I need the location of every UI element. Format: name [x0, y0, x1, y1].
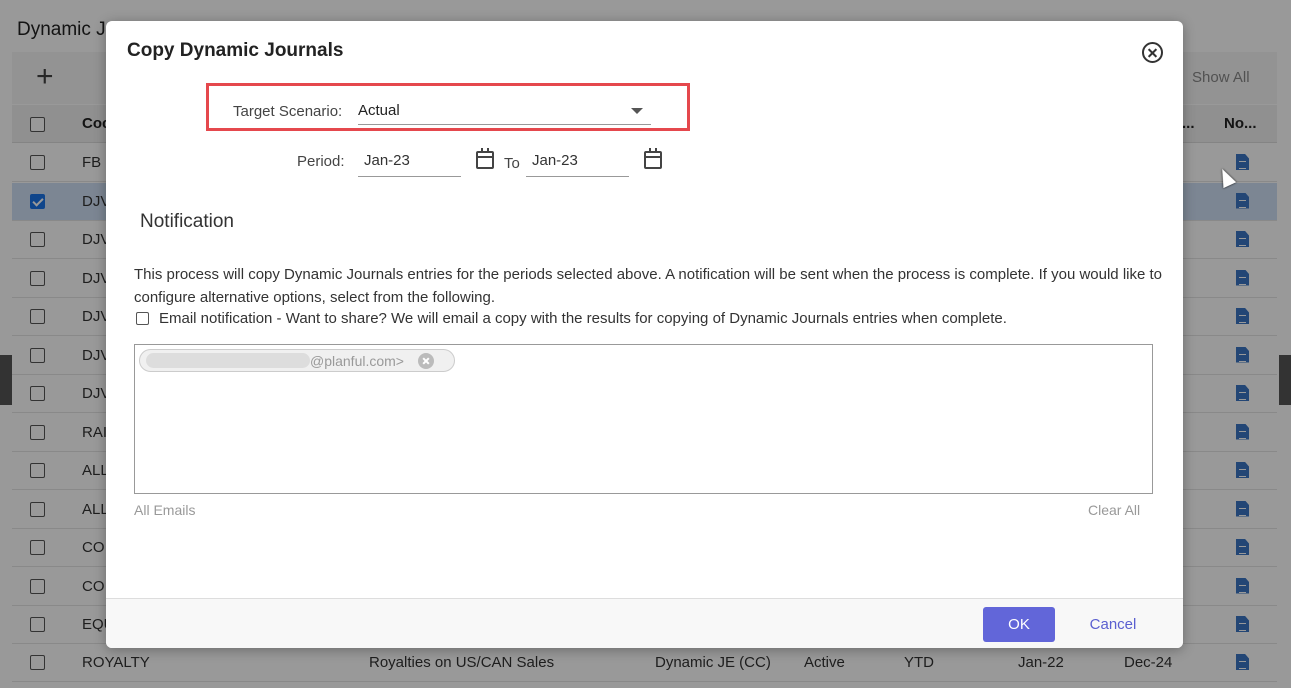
calendar-icon[interactable] — [644, 148, 662, 169]
email-recipients-box[interactable]: @planful.com> — [134, 344, 1153, 494]
ok-button[interactable]: OK — [983, 607, 1055, 642]
period-label: Period: — [297, 153, 345, 170]
caret-down-icon[interactable] — [631, 108, 643, 114]
notification-title: Notification — [140, 211, 234, 232]
to-label: To — [504, 155, 520, 172]
cancel-button[interactable]: Cancel — [1074, 607, 1152, 642]
target-scenario-select[interactable]: Actual — [358, 99, 651, 125]
period-to-value: Jan-23 — [532, 152, 578, 169]
dialog-footer: OK Cancel — [106, 598, 1183, 648]
email-notification-label[interactable]: Email notification - Want to share? We w… — [159, 310, 1007, 327]
calendar-icon[interactable] — [476, 148, 494, 169]
email-chip-text: @planful.com> — [310, 353, 404, 369]
period-to-input[interactable]: Jan-23 — [526, 149, 629, 177]
notification-description: This process will copy Dynamic Journals … — [134, 266, 1163, 306]
target-scenario-value: Actual — [358, 102, 400, 119]
period-from-input[interactable]: Jan-23 — [358, 149, 461, 177]
redacted-email — [146, 353, 310, 368]
email-chip: @planful.com> — [139, 349, 455, 372]
close-icon[interactable] — [1142, 42, 1163, 63]
dialog-title: Copy Dynamic Journals — [127, 40, 344, 61]
email-notification-checkbox[interactable] — [136, 312, 149, 325]
period-from-value: Jan-23 — [364, 152, 410, 169]
remove-email-icon[interactable] — [418, 353, 434, 369]
target-scenario-label: Target Scenario: — [233, 103, 343, 120]
clear-all-link[interactable]: Clear All — [1088, 502, 1140, 518]
copy-dynamic-journals-dialog: Copy Dynamic Journals Target Scenario: A… — [106, 21, 1183, 648]
all-emails-label: All Emails — [134, 502, 196, 518]
